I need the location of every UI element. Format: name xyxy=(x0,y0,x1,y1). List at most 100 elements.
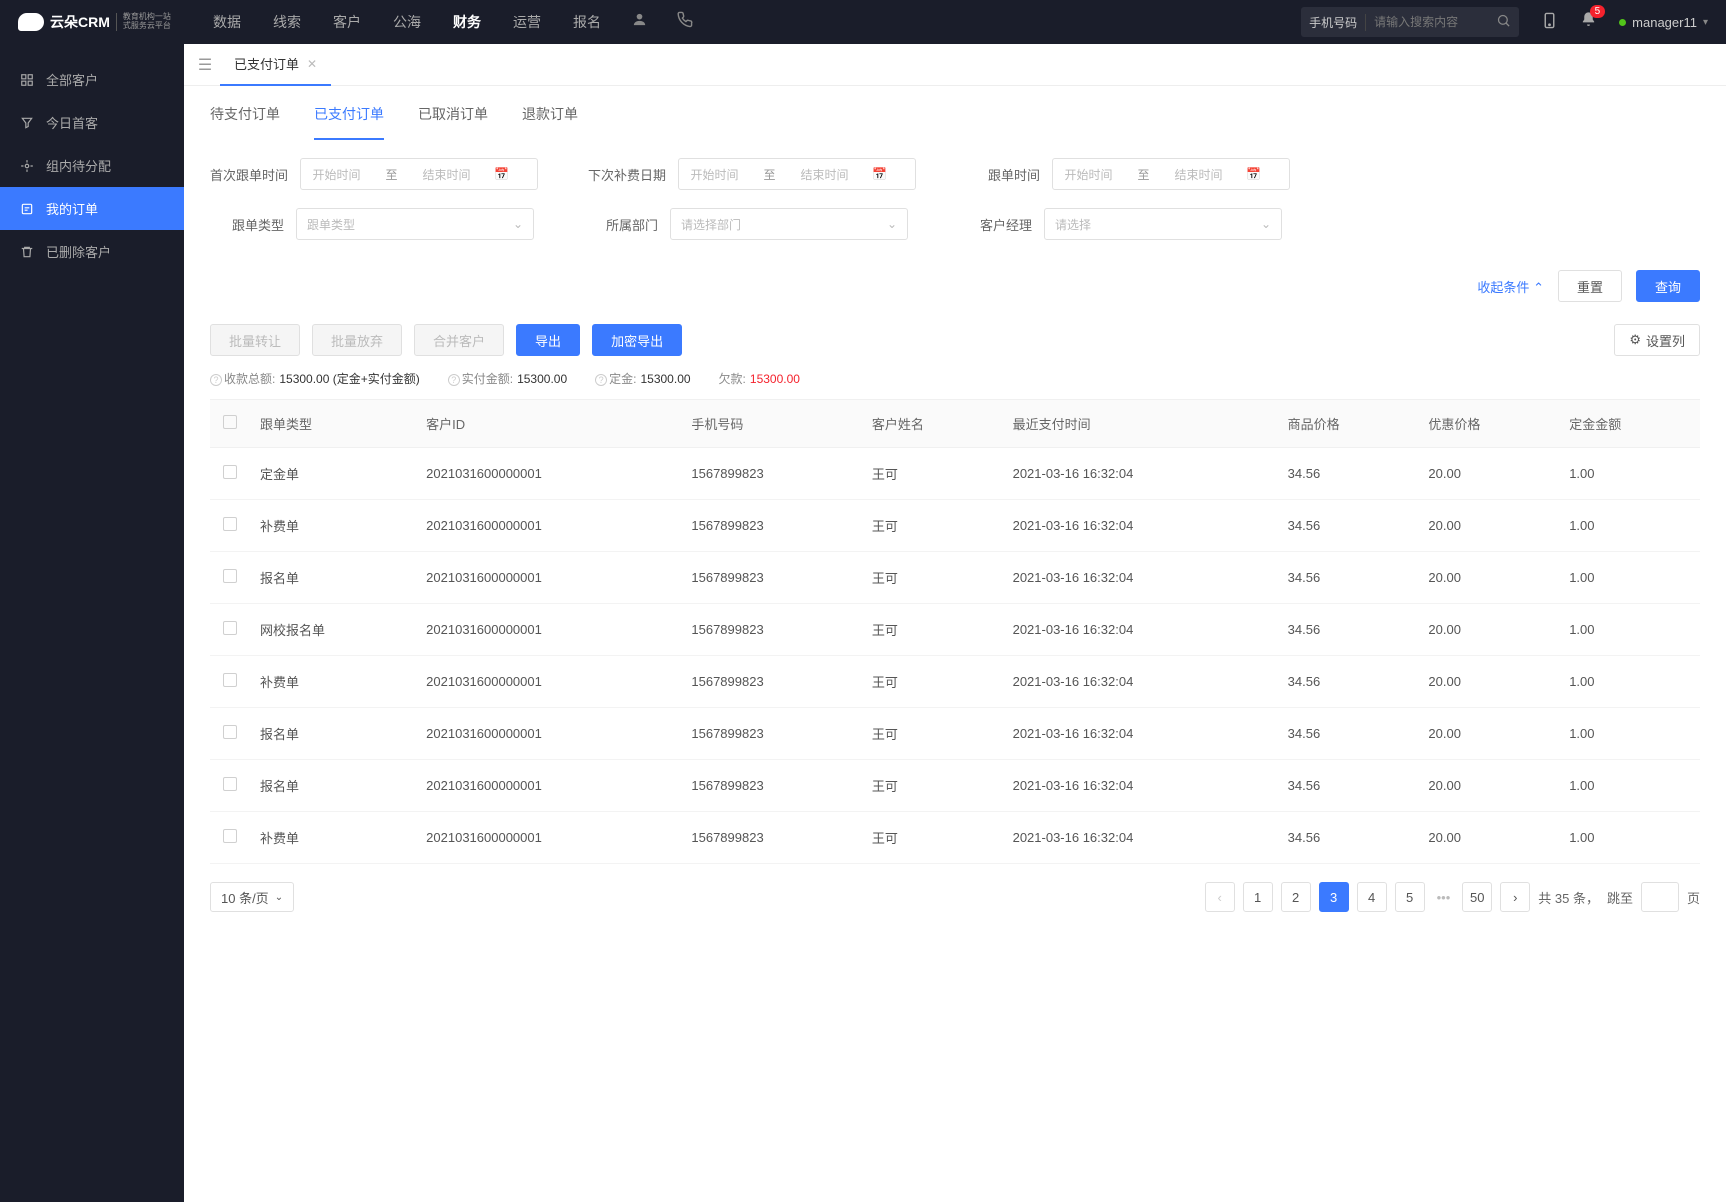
batch-abandon-button: 批量放弃 xyxy=(312,324,402,356)
sub-tab-0[interactable]: 待支付订单 xyxy=(210,104,280,140)
col-header: 优惠价格 xyxy=(1418,400,1559,448)
calendar-icon: 📅 xyxy=(474,167,529,181)
nav-财务[interactable]: 财务 xyxy=(453,12,481,32)
table-row[interactable]: 报名单20210316000000011567899823王可2021-03-1… xyxy=(210,552,1700,604)
col-header: 手机号码 xyxy=(681,400,861,448)
row-checkbox[interactable] xyxy=(223,673,237,687)
dept-select[interactable]: 请选择部门⌄ xyxy=(670,208,908,240)
sidebar-item-4[interactable]: 已删除客户 xyxy=(0,230,184,273)
chevron-down-icon: ⌄ xyxy=(887,217,897,231)
nav-线索[interactable]: 线索 xyxy=(273,12,301,32)
nav-客户[interactable]: 客户 xyxy=(333,12,361,32)
table-row[interactable]: 报名单20210316000000011567899823王可2021-03-1… xyxy=(210,760,1700,812)
batch-transfer-button: 批量转让 xyxy=(210,324,300,356)
follow-type-select[interactable]: 跟单类型⌄ xyxy=(296,208,534,240)
calendar-icon: 📅 xyxy=(1226,167,1281,181)
row-checkbox[interactable] xyxy=(223,621,237,635)
sidebar-item-0[interactable]: 全部客户 xyxy=(0,58,184,101)
next-renew-date-range[interactable]: 开始时间至结束时间📅 xyxy=(678,158,916,190)
mobile-icon[interactable] xyxy=(1541,12,1558,32)
row-checkbox[interactable] xyxy=(223,517,237,531)
table-row[interactable]: 补费单20210316000000011567899823王可2021-03-1… xyxy=(210,812,1700,864)
page-button-5[interactable]: 5 xyxy=(1395,882,1425,912)
page-button-2[interactable]: 2 xyxy=(1281,882,1311,912)
nav-运营[interactable]: 运营 xyxy=(513,12,541,32)
row-checkbox[interactable] xyxy=(223,725,237,739)
follow-time-date-range[interactable]: 开始时间至结束时间📅 xyxy=(1052,158,1290,190)
status-dot-icon xyxy=(1619,19,1626,26)
row-checkbox[interactable] xyxy=(223,829,237,843)
prev-page-button: ‹ xyxy=(1205,882,1235,912)
sub-tab-2[interactable]: 已取消订单 xyxy=(418,104,488,140)
sub-tab-1[interactable]: 已支付订单 xyxy=(314,104,384,140)
user-menu[interactable]: manager11 ▾ xyxy=(1619,15,1708,30)
phone-icon[interactable] xyxy=(676,11,693,33)
main-nav: 数据 线索 客户 公海 财务 运营 报名 xyxy=(213,12,601,32)
select-all-checkbox[interactable] xyxy=(223,415,237,429)
close-icon[interactable]: ✕ xyxy=(307,57,317,71)
first-follow-date-range[interactable]: 开始时间至结束时间📅 xyxy=(300,158,538,190)
row-checkbox[interactable] xyxy=(223,569,237,583)
query-button[interactable]: 查询 xyxy=(1636,270,1700,302)
export-encrypted-button[interactable]: 加密导出 xyxy=(592,324,682,356)
page-button-4[interactable]: 4 xyxy=(1357,882,1387,912)
filter-label: 下次补费日期 xyxy=(588,165,666,184)
gear-icon: ⚙ xyxy=(1629,332,1641,348)
sidebar-item-3[interactable]: 我的订单 xyxy=(0,187,184,230)
nav-报名[interactable]: 报名 xyxy=(573,12,601,32)
sub-tabs: 待支付订单已支付订单已取消订单退款订单 xyxy=(184,86,1726,140)
menu-toggle-icon[interactable]: ☰ xyxy=(190,55,220,75)
page-tab[interactable]: 已支付订单 ✕ xyxy=(220,44,331,86)
manager-select[interactable]: 请选择⌄ xyxy=(1044,208,1282,240)
reset-button[interactable]: 重置 xyxy=(1558,270,1622,302)
sidebar-item-1[interactable]: 今日首客 xyxy=(0,101,184,144)
page-button-50[interactable]: 50 xyxy=(1462,882,1492,912)
row-checkbox[interactable] xyxy=(223,465,237,479)
filter-label: 跟单类型 xyxy=(210,215,284,234)
filter-label: 客户经理 xyxy=(958,215,1032,234)
sidebar-item-2[interactable]: 组内待分配 xyxy=(0,144,184,187)
table-row[interactable]: 定金单20210316000000011567899823王可2021-03-1… xyxy=(210,448,1700,500)
bell-icon[interactable]: 5 xyxy=(1580,11,1597,33)
chevron-up-icon: ⌃ xyxy=(1533,280,1544,295)
logo-subtitle: 教育机构一站式服务云平台 xyxy=(116,13,171,31)
header-search: 手机号码 xyxy=(1301,7,1519,37)
sidebar-item-label: 我的订单 xyxy=(46,199,98,218)
sidebar-item-label: 全部客户 xyxy=(46,70,98,89)
sidebar: 全部客户今日首客组内待分配我的订单已删除客户 xyxy=(0,44,184,1202)
set-columns-button[interactable]: ⚙设置列 xyxy=(1614,324,1700,356)
orders-table: 跟单类型客户ID手机号码客户姓名最近支付时间商品价格优惠价格定金金额 定金单20… xyxy=(210,399,1700,864)
export-button[interactable]: 导出 xyxy=(516,324,580,356)
col-header: 客户ID xyxy=(416,400,681,448)
page-size-select[interactable]: 10 条/页⌄ xyxy=(210,882,294,912)
page-button-1[interactable]: 1 xyxy=(1243,882,1273,912)
chevron-down-icon: ▾ xyxy=(1703,17,1708,28)
cloud-icon xyxy=(18,13,44,31)
jump-page-input[interactable] xyxy=(1641,882,1679,912)
info-icon: ? xyxy=(595,374,607,386)
col-header: 定金金额 xyxy=(1559,400,1700,448)
sub-tab-3[interactable]: 退款订单 xyxy=(522,104,578,140)
search-icon[interactable] xyxy=(1496,13,1511,31)
filter-label: 所属部门 xyxy=(584,215,658,234)
merge-button: 合并客户 xyxy=(414,324,504,356)
table-row[interactable]: 补费单20210316000000011567899823王可2021-03-1… xyxy=(210,500,1700,552)
table-row[interactable]: 补费单20210316000000011567899823王可2021-03-1… xyxy=(210,656,1700,708)
collapse-filters-link[interactable]: 收起条件 ⌃ xyxy=(1477,277,1544,296)
table-row[interactable]: 网校报名单20210316000000011567899823王可2021-03… xyxy=(210,604,1700,656)
filter-label: 首次跟单时间 xyxy=(210,165,288,184)
pager-total: 共 35 条， xyxy=(1538,888,1599,907)
page-button-3[interactable]: 3 xyxy=(1319,882,1349,912)
logo[interactable]: 云朵CRM 教育机构一站式服务云平台 xyxy=(18,12,183,32)
sidebar-icon xyxy=(20,159,34,173)
nav-公海[interactable]: 公海 xyxy=(393,12,421,32)
sidebar-icon xyxy=(20,116,34,130)
next-page-button[interactable]: › xyxy=(1500,882,1530,912)
chevron-down-icon: ⌄ xyxy=(513,217,523,231)
table-row[interactable]: 报名单20210316000000011567899823王可2021-03-1… xyxy=(210,708,1700,760)
user-icon[interactable] xyxy=(631,11,648,33)
search-input[interactable] xyxy=(1366,15,1496,29)
search-type-select[interactable]: 手机号码 xyxy=(1309,14,1366,31)
row-checkbox[interactable] xyxy=(223,777,237,791)
nav-数据[interactable]: 数据 xyxy=(213,12,241,32)
